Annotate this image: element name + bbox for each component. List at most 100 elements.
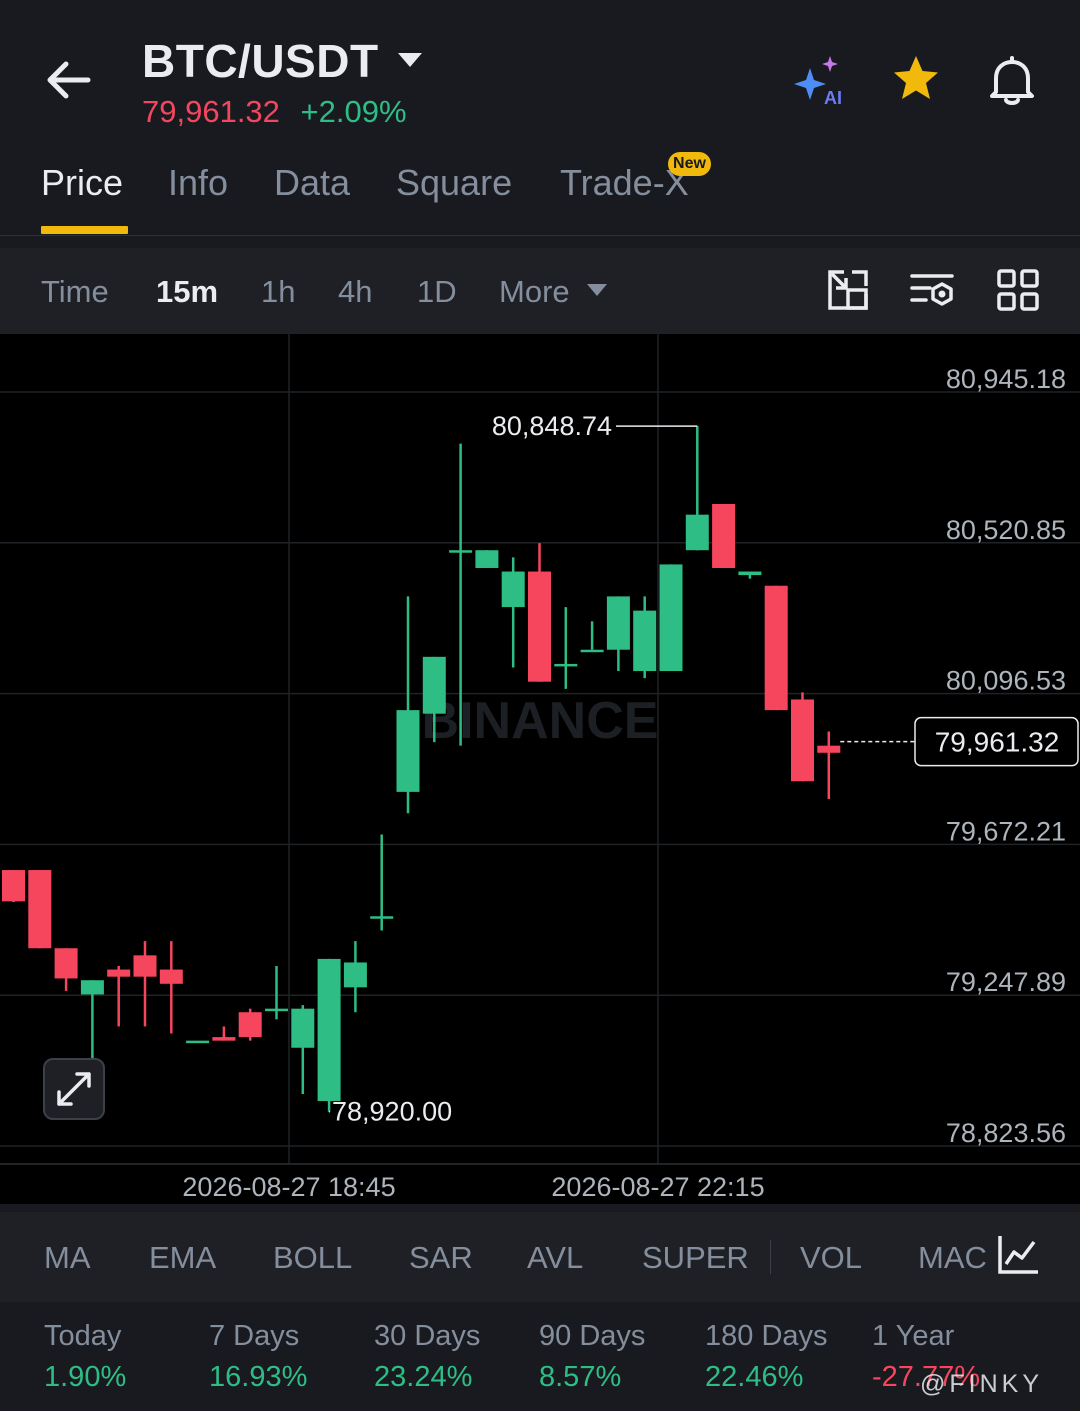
pair-title[interactable]: BTC/USDT: [142, 34, 379, 88]
candle-body: [343, 962, 367, 988]
candlestick-chart[interactable]: BINANCE 80,945.18 80,520.85 80,096.53 79,67…: [0, 334, 1080, 1204]
performance-strip: Today 1.90% 7 Days 16.93% 30 Days 23.24%…: [0, 1302, 1080, 1411]
indicator-vol[interactable]: VOL: [800, 1240, 862, 1276]
candle-body: [817, 745, 841, 753]
chart-labels: 80,945.18 80,520.85 80,096.53 79,672.21 79,2…: [182, 364, 1079, 1202]
candle-body: [738, 571, 762, 576]
chart-settings-icon[interactable]: [910, 268, 954, 312]
chart-view-icon[interactable]: [826, 268, 870, 312]
candle-body: [606, 596, 630, 650]
candle-body: [449, 550, 473, 553]
indicator-avl[interactable]: AVL: [527, 1240, 583, 1276]
perf-label: 90 Days: [539, 1320, 646, 1352]
candle-body: [2, 870, 25, 902]
indicator-bar: MA EMA BOLL SAR AVL SUPER VOL MAC: [0, 1212, 1080, 1302]
y-axis-label: 79,247.89: [946, 967, 1066, 997]
fullscreen-expand-icon[interactable]: [43, 1058, 105, 1120]
candles-layer: [2, 426, 841, 1112]
high-price-label: 80,848.74: [492, 411, 612, 441]
perf-value: 8.57%: [539, 1361, 622, 1393]
current-price-label: 79,961.32: [935, 727, 1060, 758]
indicator-macd[interactable]: MAC: [918, 1240, 987, 1276]
candle-body: [80, 980, 104, 995]
candle-body: [186, 1040, 210, 1044]
candle-body: [659, 564, 683, 672]
candle-body: [528, 571, 551, 682]
perf-value: 23.24%: [374, 1361, 473, 1393]
interval-1h[interactable]: 1h: [261, 274, 295, 310]
candle-body: [764, 585, 788, 711]
ai-label: AI: [824, 88, 842, 108]
x-axis-label: 2026-08-27 18:45: [182, 1172, 395, 1202]
candle-body: [265, 1008, 288, 1012]
candle-body: [712, 504, 736, 568]
perf-label: 1 Year: [872, 1320, 955, 1352]
tab-square[interactable]: Square: [396, 162, 512, 204]
candle-body: [107, 969, 131, 977]
interval-more[interactable]: More: [499, 274, 570, 310]
bell-icon[interactable]: [982, 50, 1042, 110]
change-percent: +2.09%: [300, 94, 407, 129]
perf-value: 1.90%: [44, 1361, 127, 1393]
candle-body: [159, 969, 183, 984]
x-axis-label: 2026-08-27 22:15: [551, 1172, 764, 1202]
y-axis-label: 80,096.53: [946, 666, 1066, 696]
indicator-ma[interactable]: MA: [44, 1240, 91, 1276]
candle-body: [475, 550, 499, 568]
interval-4h[interactable]: 4h: [338, 274, 372, 310]
y-axis-label: 78,823.56: [946, 1118, 1066, 1148]
layout-grid-icon[interactable]: [996, 268, 1040, 312]
tab-price[interactable]: Price: [41, 162, 123, 204]
y-axis-label: 80,945.18: [946, 364, 1066, 394]
interval-time[interactable]: Time: [41, 274, 109, 310]
candle-body: [791, 699, 814, 782]
favorite-star-icon[interactable]: [886, 50, 946, 110]
candle-body: [133, 955, 157, 977]
candle-body: [396, 710, 420, 792]
low-price-label: 78,920.00: [332, 1097, 452, 1127]
indicator-super[interactable]: SUPER: [642, 1240, 749, 1276]
candle-body: [54, 948, 78, 979]
perf-7-days: 7 Days 16.93%: [209, 1320, 307, 1394]
candle-body: [28, 870, 52, 949]
active-tab-indicator: [41, 226, 128, 234]
finky-watermark: @FINKY: [920, 1370, 1043, 1398]
candle-body: [422, 656, 446, 714]
interval-1d[interactable]: 1D: [417, 274, 457, 310]
indicator-boll[interactable]: BOLL: [273, 1240, 352, 1276]
candle-body: [580, 649, 604, 653]
chart-canvas[interactable]: BINANCE 80,945.18 80,520.85 80,096.53 79,67…: [0, 334, 1080, 1204]
candle-body: [370, 916, 394, 919]
perf-label: Today: [44, 1320, 122, 1352]
candle-body: [501, 571, 525, 608]
perf-value: 16.93%: [209, 1361, 308, 1393]
perf-30-days: 30 Days 23.24%: [374, 1320, 480, 1394]
header: BTC/USDT 79,961.32 +2.09% AI: [0, 0, 1080, 150]
tab-info[interactable]: Info: [168, 162, 228, 204]
candle-body: [212, 1037, 236, 1041]
candle-body: [554, 663, 578, 667]
perf-label: 7 Days: [209, 1320, 300, 1352]
perf-label: 180 Days: [705, 1320, 828, 1352]
pair-dropdown-icon[interactable]: [396, 50, 424, 70]
back-arrow-icon[interactable]: [40, 52, 100, 108]
tab-data[interactable]: Data: [274, 162, 350, 204]
perf-today: Today 1.90%: [44, 1320, 126, 1394]
binance-watermark: BINANCE: [422, 692, 659, 750]
perf-value: 22.46%: [705, 1361, 804, 1393]
indicator-ema[interactable]: EMA: [149, 1240, 216, 1276]
main-tabs: Price Info Data Square Trade-X: [0, 150, 1080, 236]
candle-body: [685, 514, 709, 551]
indicator-divider: [770, 1240, 771, 1274]
ai-sparkle-icon[interactable]: AI: [790, 50, 850, 110]
interval-15m[interactable]: 15m: [156, 274, 218, 310]
price-line: 79,961.32 +2.09%: [142, 94, 407, 130]
y-axis-label: 79,672.21: [946, 816, 1066, 846]
candle-body: [238, 1012, 262, 1038]
indicator-chart-icon[interactable]: [994, 1230, 1042, 1278]
new-badge: New: [668, 152, 711, 176]
y-axis-label: 80,520.85: [946, 515, 1066, 545]
more-dropdown-icon[interactable]: [586, 283, 608, 297]
indicator-sar[interactable]: SAR: [409, 1240, 473, 1276]
candle-body: [317, 958, 341, 1102]
